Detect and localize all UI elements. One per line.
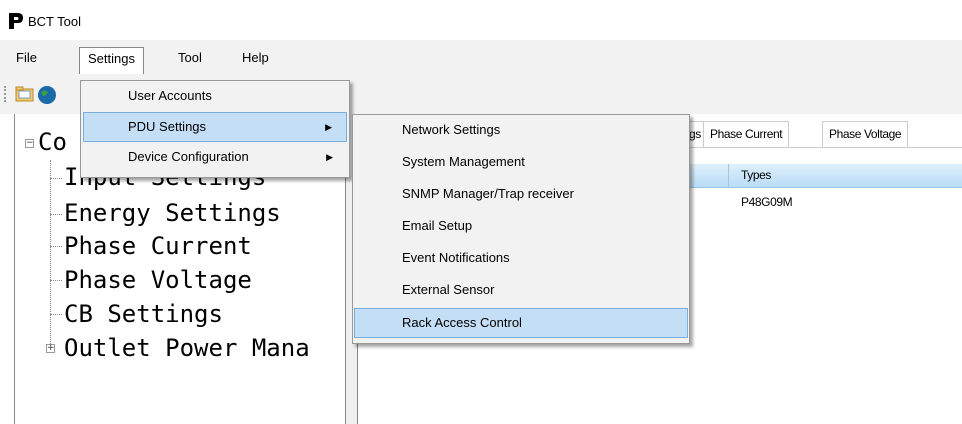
menu-item-label: Device Configuration — [128, 149, 249, 164]
grid-column-separator[interactable] — [728, 164, 729, 188]
tree-connector-h — [50, 314, 62, 315]
globe-icon[interactable] — [36, 84, 58, 106]
menu-item-user-accounts[interactable]: User Accounts — [83, 82, 347, 112]
tree-item-phase-voltage[interactable]: Phase Voltage — [64, 266, 252, 294]
menu-item-snmp-manager[interactable]: SNMP Manager/Trap receiver — [355, 180, 687, 210]
menu-settings[interactable]: Settings — [79, 47, 144, 75]
menu-item-label: Event Notifications — [402, 250, 510, 265]
grid-column-types[interactable]: Types — [741, 168, 771, 182]
menu-item-external-sensor[interactable]: External Sensor — [355, 276, 687, 306]
menu-item-label: SNMP Manager/Trap receiver — [402, 186, 574, 201]
grid-cell-type[interactable]: P48G09M — [741, 195, 793, 209]
menu-item-email-setup[interactable]: Email Setup — [355, 212, 687, 242]
open-folder-icon[interactable] — [14, 84, 36, 104]
tab-phase-current[interactable]: Phase Current — [703, 121, 790, 147]
tree-connector — [50, 160, 51, 350]
tree-collapse-icon[interactable]: − — [25, 139, 34, 148]
menu-file[interactable]: File — [8, 47, 45, 71]
tree-item-phase-current[interactable]: Phase Current — [64, 232, 252, 260]
menu-bar — [0, 40, 962, 74]
menu-item-label: Network Settings — [402, 122, 501, 137]
menu-help[interactable]: Help — [234, 47, 277, 71]
menu-item-network-settings[interactable]: Network Settings — [355, 116, 687, 146]
tree-connector-h — [50, 214, 62, 215]
tree-connector-h — [50, 178, 62, 179]
menu-item-label: Email Setup — [402, 218, 473, 233]
tree-expand-icon[interactable]: + — [46, 344, 55, 353]
menu-item-device-configuration[interactable]: Device Configuration ▶ — [83, 143, 347, 173]
menu-item-label: External Sensor — [402, 282, 495, 297]
menu-item-label: Rack Access Control — [402, 315, 522, 330]
menu-item-system-management[interactable]: System Management — [355, 148, 687, 178]
tab-phase-voltage[interactable]: Phase Voltage — [822, 121, 909, 147]
menu-item-event-notifications[interactable]: Event Notifications — [355, 244, 687, 274]
title-bar: BCT Tool — [0, 0, 962, 40]
menu-item-label: System Management — [402, 154, 525, 169]
tree-connector-h — [50, 246, 62, 247]
tree-item-energy-settings[interactable]: Energy Settings — [64, 199, 281, 227]
pdu-settings-submenu: Network Settings System Management SNMP … — [352, 114, 690, 344]
window-title: BCT Tool — [28, 14, 81, 29]
menu-item-label: PDU Settings — [128, 119, 207, 134]
menu-item-rack-access-control[interactable]: Rack Access Control — [354, 308, 688, 338]
settings-menu: User Accounts PDU Settings ▶ Device Conf… — [80, 80, 350, 178]
toolbar-grip[interactable] — [4, 86, 6, 102]
tree-root-label[interactable]: Co — [38, 128, 67, 156]
menu-item-label: User Accounts — [128, 88, 212, 103]
tree-connector-h — [50, 280, 62, 281]
menu-item-pdu-settings[interactable]: PDU Settings ▶ — [83, 112, 347, 142]
submenu-arrow-icon: ▶ — [325, 122, 332, 132]
menu-tool[interactable]: Tool — [170, 47, 210, 71]
app-logo-icon — [9, 13, 23, 29]
tree-item-outlet-power[interactable]: Outlet Power Mana — [64, 334, 346, 362]
tree-item-cb-settings[interactable]: CB Settings — [64, 300, 223, 328]
submenu-arrow-icon: ▶ — [326, 152, 333, 162]
